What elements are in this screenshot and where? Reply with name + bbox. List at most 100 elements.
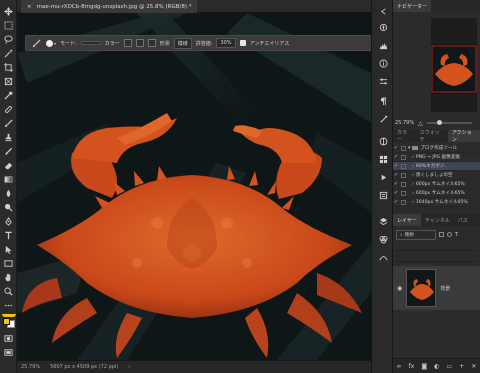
checkmark-icon[interactable]: ✓ <box>393 163 399 169</box>
tab-actions[interactable]: アクション <box>447 130 480 143</box>
expand-icon[interactable]: › <box>412 155 414 160</box>
history-brush-tool-icon[interactable] <box>3 146 14 156</box>
visibility-eye-icon[interactable]: ◉ <box>397 285 402 292</box>
action-row[interactable]: ✓ › 1640px サムネイル65% <box>393 198 480 207</box>
fx-icon[interactable]: fx <box>409 363 415 370</box>
dialog-toggle[interactable] <box>401 172 406 178</box>
history-icon[interactable] <box>378 190 388 200</box>
blend-mode-row[interactable] <box>396 242 476 251</box>
new-layer-icon[interactable]: + <box>459 363 464 370</box>
foreground-color-swatch-main[interactable] <box>3 318 10 325</box>
tab-channels[interactable]: チャンネル <box>421 214 454 226</box>
marquee-tool-icon[interactable] <box>3 20 14 30</box>
checkmark-icon[interactable]: ✓ <box>393 154 399 160</box>
tab-navigator[interactable]: ナビゲーター <box>393 0 432 12</box>
foreground-color-swatch[interactable] <box>2 314 16 317</box>
dialog-toggle[interactable] <box>401 199 406 205</box>
tool-preset-icon[interactable] <box>30 38 42 48</box>
color-swatches[interactable] <box>2 314 16 328</box>
filter-type-icon[interactable]: T <box>455 232 458 238</box>
more-tools-icon[interactable] <box>3 300 14 310</box>
layer-row-background[interactable]: ◉ 背景 <box>393 266 480 310</box>
channels-icon[interactable] <box>378 234 388 244</box>
actions-play-icon[interactable] <box>378 172 388 182</box>
zoom-tool-icon[interactable] <box>3 286 14 296</box>
chevron-right-icon[interactable]: › <box>128 364 130 370</box>
swatches-icon[interactable] <box>378 154 388 164</box>
tab-swatches[interactable]: スウォッチ <box>416 130 448 143</box>
layer-kind-filter[interactable]: ⌕ 種類 <box>396 229 436 240</box>
action-row[interactable]: ✓ › 600px サムネイル65% <box>393 189 480 198</box>
lasso-tool-icon[interactable] <box>3 34 14 44</box>
collapse-icon[interactable] <box>378 6 388 16</box>
trash-icon[interactable]: ✕ <box>471 363 476 370</box>
magic-wand-tool-icon[interactable] <box>3 48 14 58</box>
folder-icon[interactable]: ▭ <box>447 363 453 370</box>
zoom-level[interactable]: 25.79% <box>21 364 40 370</box>
dialog-toggle[interactable] <box>401 190 406 196</box>
tolerance-field[interactable]: 30% <box>216 38 236 48</box>
paths-icon[interactable] <box>378 252 388 262</box>
dialog-toggle[interactable] <box>401 181 406 187</box>
type-tool-icon[interactable] <box>3 230 14 240</box>
color-mode-icon[interactable] <box>123 39 132 47</box>
action-row-selected[interactable]: ✓ › 60%ネガポジ... <box>393 162 480 171</box>
action-row[interactable]: ✓ › 黒くしましょの空 <box>393 171 480 180</box>
mask-icon[interactable]: ◙ <box>421 363 427 370</box>
quick-mask-icon[interactable] <box>3 333 14 343</box>
dialog-toggle[interactable] <box>401 154 406 160</box>
hand-tool-icon[interactable] <box>3 272 14 282</box>
checkmark-icon[interactable]: ✓ <box>393 172 399 178</box>
eraser-tool-icon[interactable] <box>3 160 14 170</box>
lock-row[interactable] <box>396 253 476 262</box>
limits-icon[interactable] <box>147 39 156 47</box>
color-panel-icon[interactable] <box>378 136 388 146</box>
checkmark-icon[interactable]: ✓ <box>393 145 399 151</box>
dialog-toggle[interactable] <box>401 145 406 151</box>
properties-icon[interactable] <box>378 76 388 86</box>
dodge-tool-icon[interactable] <box>3 202 14 212</box>
pattern-dropdown[interactable]: 模様 <box>173 37 192 49</box>
action-row[interactable]: ✓ › PNG → JPG 画像変換 <box>393 153 480 162</box>
navigator-thumbnail[interactable] <box>431 18 477 112</box>
rectangle-tool-icon[interactable] <box>3 258 14 268</box>
sample-mode-icon[interactable] <box>135 39 144 47</box>
paragraph-icon[interactable] <box>378 96 388 106</box>
action-set-row[interactable]: ✓ ▾ ブログ作成ツール <box>393 144 480 153</box>
brush-size-picker[interactable]: ▾ <box>46 39 56 47</box>
checkmark-icon[interactable]: ✓ <box>393 190 399 196</box>
adjustment-icon[interactable]: ◐ <box>434 363 439 370</box>
expand-icon[interactable]: › <box>412 191 414 196</box>
canvas-area[interactable] <box>17 13 371 360</box>
eyedropper-tool-icon[interactable] <box>3 90 14 100</box>
tab-color[interactable]: カラー <box>393 130 416 143</box>
gradient-tool-icon[interactable] <box>3 174 14 184</box>
filter-pixel-icon[interactable] <box>439 232 444 237</box>
antialias-checkbox[interactable] <box>239 40 246 46</box>
tab-paths[interactable]: パス <box>454 214 472 226</box>
expand-icon[interactable]: › <box>412 173 414 178</box>
move-tool-icon[interactable] <box>3 6 14 16</box>
checkmark-icon[interactable]: ✓ <box>393 199 399 205</box>
expand-icon[interactable]: › <box>412 182 414 187</box>
close-icon[interactable]: × <box>27 4 32 10</box>
brush-settings-icon[interactable] <box>378 114 388 124</box>
link-icon[interactable]: ∞ <box>397 363 402 370</box>
frame-tool-icon[interactable] <box>3 76 14 86</box>
document-tab[interactable]: × mae-mu-rXDCb-8mgdg-unsplash.jpg @ 25.8… <box>21 0 198 13</box>
zoom-slider[interactable] <box>426 120 472 125</box>
clone-stamp-tool-icon[interactable] <box>3 132 14 142</box>
tab-layers[interactable]: レイヤー <box>393 214 421 226</box>
navigator-icon[interactable] <box>378 22 388 32</box>
histogram-icon[interactable] <box>378 40 388 50</box>
blur-tool-icon[interactable] <box>3 188 14 198</box>
brush-tool-icon[interactable] <box>3 118 14 128</box>
navigator-zoom-value[interactable]: 25.79% <box>395 120 414 126</box>
action-row[interactable]: ✓ › 600px サムネイル65% <box>393 180 480 189</box>
expand-icon[interactable]: › <box>412 164 414 169</box>
filter-adjust-icon[interactable] <box>447 232 452 237</box>
zoom-out-icon[interactable]: △ <box>418 120 423 127</box>
pen-tool-icon[interactable] <box>3 216 14 226</box>
expand-icon[interactable]: › <box>412 200 414 205</box>
dialog-toggle[interactable] <box>401 163 406 169</box>
